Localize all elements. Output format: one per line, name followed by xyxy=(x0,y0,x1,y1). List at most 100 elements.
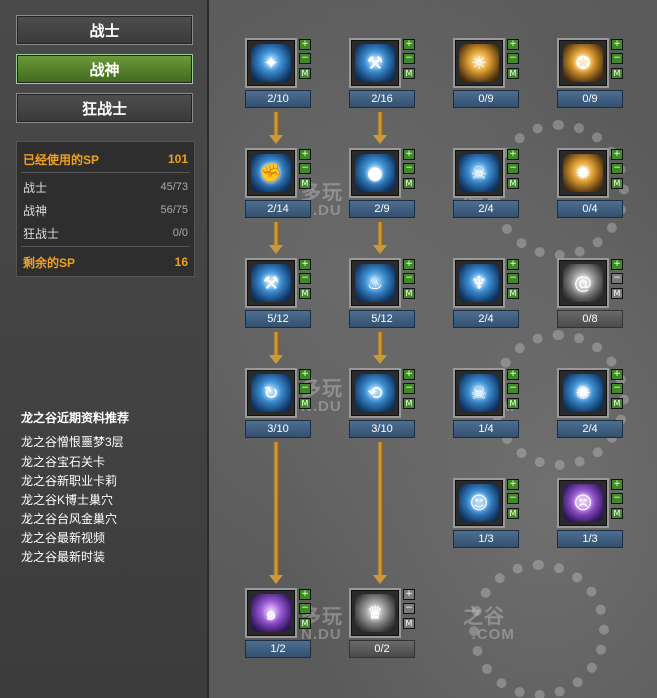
crown-spike-icon[interactable]: ♛ xyxy=(349,588,401,638)
demon-face-icon[interactable]: ☠ xyxy=(453,148,505,198)
skill-level: 2/9 xyxy=(349,200,415,218)
axe-swing-icon[interactable]: ⚒ xyxy=(349,38,401,88)
flame-pillar-icon[interactable]: ♨ xyxy=(349,258,401,308)
recommend-link[interactable]: 龙之谷K博士巢穴 xyxy=(21,491,113,508)
skill-max-button[interactable]: M xyxy=(403,618,415,629)
skill-minus-button[interactable]: − xyxy=(507,493,519,504)
skill-plus-button[interactable]: + xyxy=(507,259,519,270)
skill-icon-art: ☠ xyxy=(459,154,499,192)
skill-minus-button[interactable]: − xyxy=(299,603,311,614)
skill-minus-button[interactable]: − xyxy=(403,383,415,394)
skill-minus-button[interactable]: − xyxy=(403,163,415,174)
skill-plus-button[interactable]: + xyxy=(299,589,311,600)
face-aura-icon[interactable]: ☼ xyxy=(453,38,505,88)
skill-max-button[interactable]: M xyxy=(299,68,311,79)
skill-plus-button[interactable]: + xyxy=(299,39,311,50)
skill-slot: ✺ + − M 2/4 xyxy=(557,368,629,442)
skill-slot: ↻ + − M 3/10 xyxy=(245,368,317,442)
skill-max-button[interactable]: M xyxy=(403,398,415,409)
skill-plus-button[interactable]: + xyxy=(403,589,415,600)
mask-icon[interactable]: ☺ xyxy=(453,478,505,528)
skill-max-button[interactable]: M xyxy=(611,68,623,79)
skill-plus-button[interactable]: + xyxy=(507,149,519,160)
skill-max-button[interactable]: M xyxy=(299,178,311,189)
fire-orb-icon[interactable]: ✹ xyxy=(557,148,609,198)
skill-plus-button[interactable]: + xyxy=(403,39,415,50)
skill-plus-button[interactable]: + xyxy=(299,259,311,270)
sp-row-barbarian: 狂战士 0/0 xyxy=(23,224,188,242)
spirit-burst-icon[interactable]: ✺ xyxy=(557,368,609,418)
skill-max-button[interactable]: M xyxy=(299,618,311,629)
swing-arc-icon[interactable]: ⟲ xyxy=(349,368,401,418)
skill-minus-button[interactable]: − xyxy=(299,383,311,394)
skill-level: 1/2 xyxy=(245,640,311,658)
skill-minus-button[interactable]: − xyxy=(611,53,623,64)
skill-plus-button[interactable]: + xyxy=(507,369,519,380)
skill-minus-button[interactable]: − xyxy=(299,53,311,64)
recommend-link[interactable]: 龙之谷新职业卡莉 xyxy=(21,472,117,489)
skill-max-button[interactable]: M xyxy=(403,178,415,189)
skill-plus-button[interactable]: + xyxy=(611,149,623,160)
skill-minus-button[interactable]: − xyxy=(507,273,519,284)
skill-minus-button[interactable]: − xyxy=(611,163,623,174)
skill-plus-button[interactable]: + xyxy=(611,369,623,380)
skill-minus-button[interactable]: − xyxy=(611,273,623,284)
whirlwind-icon[interactable]: ↻ xyxy=(245,368,297,418)
skill-plus-button[interactable]: + xyxy=(507,479,519,490)
skill-max-button[interactable]: M xyxy=(507,178,519,189)
class-tab-barbarian[interactable]: 狂战士 xyxy=(16,93,193,123)
recommend-link[interactable]: 龙之谷最新视频 xyxy=(21,529,105,546)
skill-plus-button[interactable]: + xyxy=(611,479,623,490)
skill-minus-button[interactable]: − xyxy=(611,383,623,394)
bomb-orb-icon[interactable]: ● xyxy=(349,148,401,198)
class-tab-mercenary[interactable]: 战神 xyxy=(16,54,193,84)
skill-plus-button[interactable]: + xyxy=(403,149,415,160)
skill-max-button[interactable]: M xyxy=(611,398,623,409)
skill-plus-button[interactable]: + xyxy=(611,39,623,50)
skill-level: 2/4 xyxy=(453,310,519,328)
skill-max-button[interactable]: M xyxy=(611,178,623,189)
skill-max-button[interactable]: M xyxy=(507,288,519,299)
skill-minus-button[interactable]: − xyxy=(299,273,311,284)
vortex-icon[interactable]: ๑ xyxy=(245,588,297,638)
skill-plus-button[interactable]: + xyxy=(507,39,519,50)
skill-plus-button[interactable]: + xyxy=(299,149,311,160)
skill-minus-button[interactable]: − xyxy=(403,603,415,614)
skill-plus-button[interactable]: + xyxy=(611,259,623,270)
skill-minus-button[interactable]: − xyxy=(611,493,623,504)
recommend-link[interactable]: 龙之谷台风金巢穴 xyxy=(21,510,117,527)
skill-max-button[interactable]: M xyxy=(611,508,623,519)
skill-minus-button[interactable]: − xyxy=(299,163,311,174)
recommend-link[interactable]: 龙之谷最新时装 xyxy=(21,548,105,565)
skill-icon-art: ✺ xyxy=(563,374,603,412)
skill-minus-button[interactable]: − xyxy=(403,53,415,64)
hammer-icon[interactable]: ⚒ xyxy=(245,258,297,308)
skull-icon[interactable]: ☠ xyxy=(453,368,505,418)
skill-plus-button[interactable]: + xyxy=(299,369,311,380)
recommend-link[interactable]: 龙之谷宝石关卡 xyxy=(21,453,105,470)
skill-max-button[interactable]: M xyxy=(403,288,415,299)
skill-connector xyxy=(273,442,279,578)
skill-max-button[interactable]: M xyxy=(299,288,311,299)
spiral-icon[interactable]: @ xyxy=(557,258,609,308)
skill-max-button[interactable]: M xyxy=(611,288,623,299)
skill-max-button[interactable]: M xyxy=(299,398,311,409)
spike-burst-icon[interactable]: ✦ xyxy=(245,38,297,88)
skill-minus-button[interactable]: − xyxy=(507,53,519,64)
recommend-link[interactable]: 龙之谷憎恨噩梦3层 xyxy=(21,433,124,450)
skill-minus-button[interactable]: − xyxy=(507,163,519,174)
skill-minus-button[interactable]: − xyxy=(507,383,519,394)
fist-strike-icon[interactable]: ✊ xyxy=(245,148,297,198)
rage-face-icon[interactable]: ☹ xyxy=(557,478,609,528)
skill-max-button[interactable]: M xyxy=(507,68,519,79)
guardian-icon[interactable]: ♆ xyxy=(453,258,505,308)
skill-minus-button[interactable]: − xyxy=(403,273,415,284)
skill-max-button[interactable]: M xyxy=(507,508,519,519)
skill-max-button[interactable]: M xyxy=(403,68,415,79)
skill-glyph: ☺ xyxy=(469,492,489,514)
flame-axe-icon[interactable]: ✪ xyxy=(557,38,609,88)
skill-plus-button[interactable]: + xyxy=(403,369,415,380)
class-tab-warrior[interactable]: 战士 xyxy=(16,15,193,45)
skill-plus-button[interactable]: + xyxy=(403,259,415,270)
skill-max-button[interactable]: M xyxy=(507,398,519,409)
